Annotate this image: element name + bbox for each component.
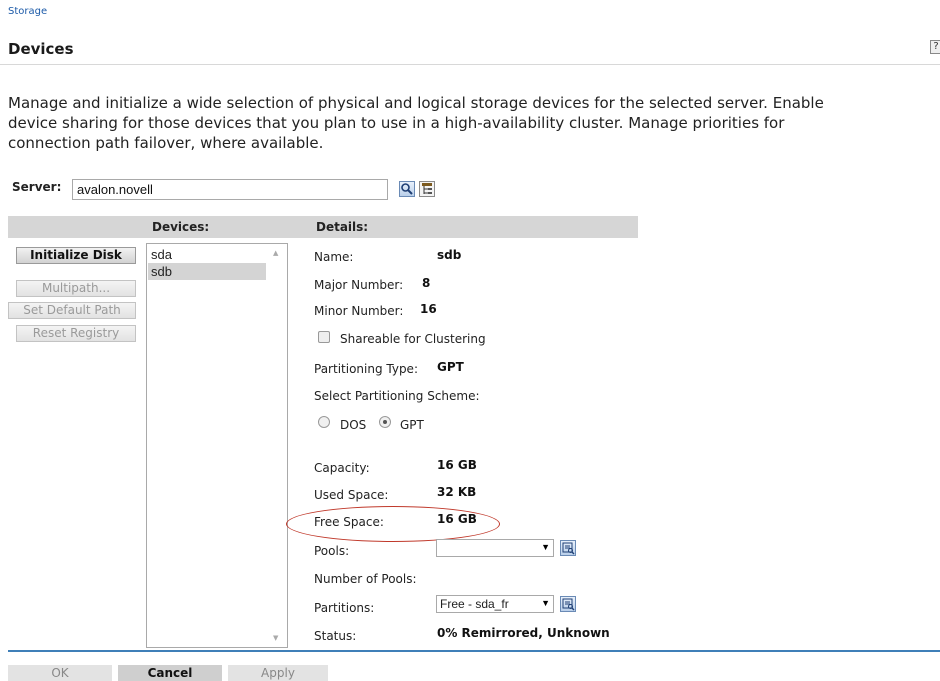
partitioning-scheme-label: Select Partitioning Scheme: [314, 389, 480, 403]
partitions-select[interactable]: Free - sda_fr ▼ [436, 595, 554, 613]
device-item-sdb[interactable]: sdb [148, 263, 266, 280]
help-icon[interactable]: ? [930, 40, 940, 54]
partitions-browse-button[interactable] [560, 596, 576, 612]
major-number-label: Major Number: [314, 278, 404, 292]
status-value: 0% Remirrored, Unknown [437, 626, 610, 640]
list-browse-icon [562, 542, 575, 555]
ok-button[interactable]: OK [8, 665, 112, 681]
scheme-dos-label[interactable]: DOS [340, 418, 366, 432]
page-title: Devices [8, 40, 74, 58]
major-number-value: 8 [422, 276, 431, 290]
caret-down-icon: ▼ [541, 542, 550, 552]
pools-select[interactable]: ▼ [436, 539, 554, 557]
used-space-value: 32 KB [437, 485, 477, 499]
list-browse-icon [562, 598, 575, 611]
name-label: Name: [314, 250, 354, 264]
server-input[interactable] [72, 179, 388, 200]
reset-registry-button[interactable]: Reset Registry [16, 325, 136, 342]
server-browse-button[interactable] [419, 181, 435, 197]
capacity-value: 16 GB [437, 458, 477, 472]
multipath-button[interactable]: Multipath... [16, 280, 136, 297]
cancel-button[interactable]: Cancel [118, 665, 222, 681]
server-search-button[interactable] [399, 181, 415, 197]
details-column-header: Details: [316, 220, 369, 234]
device-item-sda[interactable]: sda [148, 246, 266, 263]
partitioning-type-label: Partitioning Type: [314, 362, 418, 376]
minor-number-label: Minor Number: [314, 304, 404, 318]
scheme-gpt-label[interactable]: GPT [400, 418, 424, 432]
tree-browse-icon [422, 183, 432, 194]
footer-button-bar: OK Cancel Apply [8, 665, 328, 681]
magnifier-icon [401, 183, 413, 195]
title-divider [0, 64, 940, 65]
scroll-up-icon[interactable]: ▲ [273, 249, 278, 257]
device-list-scrollbar[interactable]: ▲ ▼ [269, 245, 286, 646]
pools-label: Pools: [314, 544, 350, 558]
page-description: Manage and initialize a wide selection o… [8, 94, 824, 152]
pools-browse-button[interactable] [560, 540, 576, 556]
capacity-label: Capacity: [314, 461, 370, 475]
partitions-label: Partitions: [314, 601, 375, 615]
devices-column-header: Devices: [152, 220, 210, 234]
minor-number-value: 16 [420, 302, 437, 316]
scheme-radio-gpt[interactable] [379, 416, 391, 428]
bottom-divider [8, 650, 940, 652]
scroll-down-icon[interactable]: ▼ [273, 634, 278, 642]
partitioning-type-value: GPT [437, 360, 464, 374]
set-default-path-button[interactable]: Set Default Path [8, 302, 136, 319]
initialize-disk-button[interactable]: Initialize Disk [16, 247, 136, 264]
partitions-select-value: Free - sda_fr [440, 597, 509, 611]
free-space-highlight-ellipse [286, 506, 500, 542]
scheme-radio-dos[interactable] [318, 416, 330, 428]
breadcrumb[interactable]: Storage [8, 6, 47, 17]
apply-button[interactable]: Apply [228, 665, 328, 681]
number-of-pools-label: Number of Pools: [314, 572, 417, 586]
name-value: sdb [437, 248, 462, 262]
server-label: Server: [12, 180, 62, 194]
shareable-checkbox[interactable] [318, 331, 330, 343]
device-list[interactable]: sda sdb ▲ ▼ [146, 243, 288, 648]
status-label: Status: [314, 629, 357, 643]
shareable-label[interactable]: Shareable for Clustering [340, 332, 486, 346]
used-space-label: Used Space: [314, 488, 389, 502]
caret-down-icon: ▼ [541, 598, 550, 608]
